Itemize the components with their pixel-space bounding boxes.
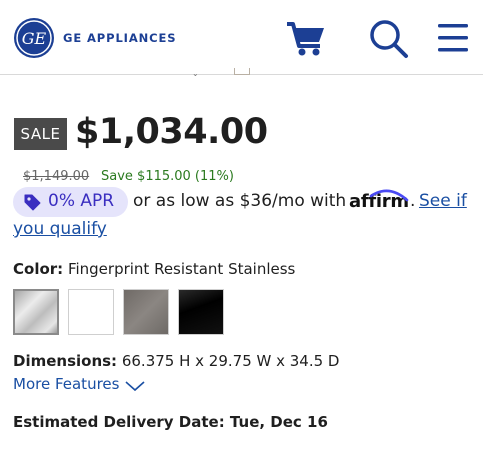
swatch-fingerprint-resistant-stainless[interactable] — [13, 289, 59, 335]
apr-badge: 0% APR — [13, 187, 128, 217]
original-price: $1,149.00 — [23, 169, 90, 184]
apr-label: 0% APR — [48, 191, 115, 211]
cropped-content-fragment: ⌄ — [192, 69, 199, 78]
color-value: Fingerprint Resistant Stainless — [67, 260, 296, 278]
see-if-you-qualify-link[interactable]: See if — [419, 191, 467, 211]
savings-text: Save $115.00 (11%) — [101, 169, 234, 184]
affirm-period: . — [410, 191, 416, 211]
swatch-slate[interactable] — [123, 289, 169, 335]
financing-text: or as low as $36/mo with — [133, 191, 347, 211]
color-label: Color: — [13, 260, 64, 278]
price-tag-icon — [23, 193, 41, 211]
see-if-you-qualify-link-continued[interactable]: you qualify — [13, 219, 107, 239]
cart-icon[interactable] — [284, 16, 328, 60]
swatch-black[interactable] — [178, 289, 224, 335]
estimated-delivery-date: Estimated Delivery Date: Tue, Dec 16 — [13, 413, 328, 431]
chevron-down-icon[interactable] — [124, 378, 146, 392]
swatch-white[interactable] — [68, 289, 114, 335]
hamburger-menu-icon[interactable] — [432, 16, 476, 60]
sale-badge: SALE — [14, 118, 67, 150]
dimensions-value: 66.375 H x 29.75 W x 34.5 D — [121, 352, 340, 370]
site-header: GE GE APPLIANCES — [0, 0, 483, 75]
brand-name[interactable]: GE APPLIANCES — [63, 31, 176, 45]
dimensions-label: Dimensions: — [13, 352, 118, 370]
cropped-thumbnail-fragment — [234, 68, 250, 75]
color-selection-label: Color: Fingerprint Resistant Stainless — [13, 260, 295, 278]
svg-text:GE: GE — [22, 29, 47, 48]
dimensions: Dimensions: 66.375 H x 29.75 W x 34.5 D — [13, 352, 339, 370]
affirm-arc-icon — [349, 186, 413, 214]
search-icon[interactable] — [366, 16, 410, 60]
ge-logo-icon[interactable]: GE — [14, 18, 54, 58]
sale-price: $1,034.00 — [75, 112, 268, 152]
more-features-link[interactable]: More Features — [13, 375, 119, 393]
